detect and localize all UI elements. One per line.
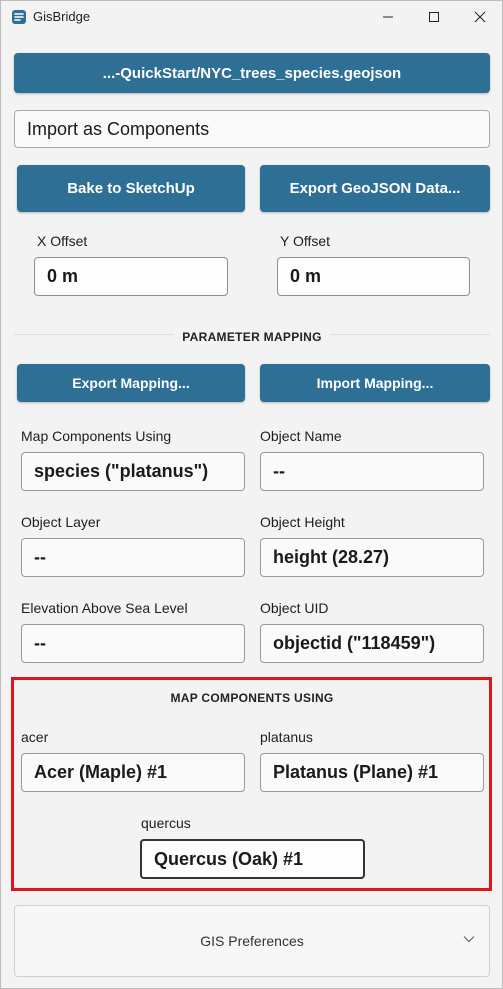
window-title: GisBridge — [33, 9, 91, 24]
x-offset-input[interactable]: 0 m — [34, 257, 228, 296]
chevron-down-icon — [463, 936, 475, 943]
quercus-label: quercus — [141, 815, 191, 831]
export-geojson-button[interactable]: Export GeoJSON Data... — [260, 165, 490, 212]
close-icon — [474, 11, 486, 23]
y-offset-label: Y Offset — [280, 233, 331, 249]
object-name-value: -- — [273, 461, 285, 481]
bake-to-sketchup-button[interactable]: Bake to SketchUp — [17, 165, 245, 212]
elevation-dropdown[interactable]: -- — [21, 624, 245, 663]
elevation-value: -- — [34, 633, 46, 653]
acer-label: acer — [21, 729, 49, 745]
maximize-icon — [429, 12, 439, 22]
title-bar: GisBridge — [1, 1, 502, 33]
platanus-component-value: Platanus (Plane) #1 — [273, 762, 439, 782]
maximize-button[interactable] — [411, 1, 457, 33]
acer-component-dropdown[interactable]: Acer (Maple) #1 — [21, 753, 245, 792]
object-height-dropdown[interactable]: height (28.27) — [260, 538, 484, 577]
elevation-label: Elevation Above Sea Level — [21, 600, 188, 616]
object-height-label: Object Height — [260, 514, 345, 530]
export-mapping-button[interactable]: Export Mapping... — [17, 364, 245, 402]
import-mode-dropdown[interactable]: Import as Components — [14, 110, 490, 148]
gis-preferences-expander[interactable]: GIS Preferences — [14, 905, 490, 977]
parameter-mapping-heading: PARAMETER MAPPING — [14, 330, 490, 344]
map-components-label: Map Components Using — [21, 428, 172, 444]
object-name-label: Object Name — [260, 428, 342, 444]
map-components-heading: MAP COMPONENTS USING — [170, 691, 334, 705]
geojson-file-button[interactable]: ...-QuickStart/NYC_trees_species.geojson — [14, 53, 490, 93]
object-height-value: height (28.27) — [273, 547, 390, 567]
import-mapping-button[interactable]: Import Mapping... — [260, 364, 490, 402]
x-offset-value: 0 m — [47, 266, 79, 286]
y-offset-value: 0 m — [290, 266, 322, 286]
quercus-component-dropdown[interactable]: Quercus (Oak) #1 — [140, 839, 365, 879]
object-name-dropdown[interactable]: -- — [260, 452, 484, 491]
minimize-icon — [383, 16, 393, 18]
gis-preferences-label: GIS Preferences — [200, 933, 304, 949]
import-mode-value: Import as Components — [27, 118, 210, 139]
object-uid-label: Object UID — [260, 600, 329, 616]
x-offset-label: X Offset — [37, 233, 88, 249]
quercus-component-value: Quercus (Oak) #1 — [154, 848, 304, 869]
map-components-value: species ("platanus") — [34, 461, 209, 481]
object-uid-dropdown[interactable]: objectid ("118459") — [260, 624, 484, 663]
app-logo-icon — [12, 10, 26, 24]
acer-component-value: Acer (Maple) #1 — [34, 762, 168, 782]
object-layer-value: -- — [34, 547, 46, 567]
platanus-label: platanus — [260, 729, 313, 745]
object-uid-value: objectid ("118459") — [273, 633, 436, 653]
minimize-button[interactable] — [365, 1, 411, 33]
app-window: GisBridge ...-QuickStart/NYC_trees_speci… — [0, 0, 503, 989]
y-offset-input[interactable]: 0 m — [277, 257, 470, 296]
platanus-component-dropdown[interactable]: Platanus (Plane) #1 — [260, 753, 484, 792]
object-layer-dropdown[interactable]: -- — [21, 538, 245, 577]
object-layer-label: Object Layer — [21, 514, 101, 530]
map-components-dropdown[interactable]: species ("platanus") — [21, 452, 245, 491]
close-button[interactable] — [457, 1, 503, 33]
